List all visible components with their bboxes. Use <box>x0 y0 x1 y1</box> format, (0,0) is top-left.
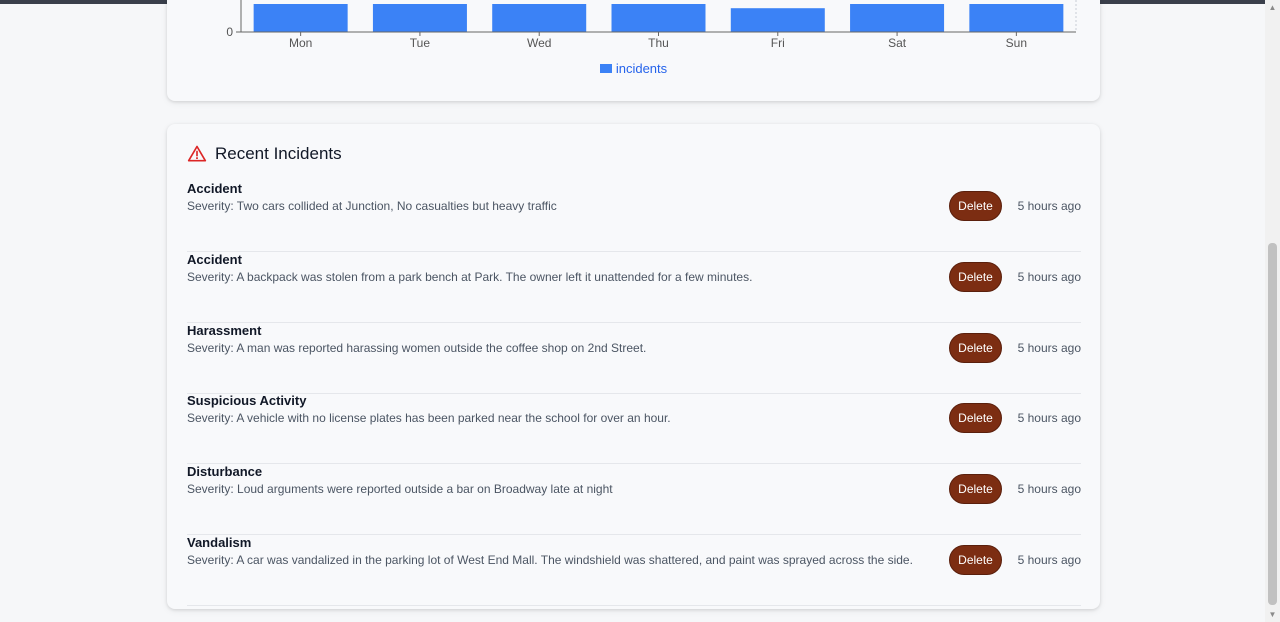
x-tick-label: Wed <box>527 36 551 50</box>
warning-triangle-icon <box>187 145 207 162</box>
incident-row: Harassment Severity: A man was reported … <box>187 323 1081 394</box>
legend-label: incidents <box>615 61 668 76</box>
x-tick-label: Mon <box>289 36 312 50</box>
incident-description: Severity: Two cars collided at Junction,… <box>187 199 557 213</box>
incident-time: 5 hours ago <box>1017 553 1081 567</box>
incident-type: Accident <box>187 181 242 196</box>
incident-type: Accident <box>187 252 242 267</box>
incident-row: Suspicious Activity Severity: A vehicle … <box>187 393 1081 464</box>
delete-button[interactable]: Delete <box>949 545 1002 575</box>
incident-row: Vandalism Severity: A car was vandalized… <box>187 535 1081 606</box>
incident-time: 5 hours ago <box>1017 411 1081 425</box>
incident-row: Accident Severity: A backpack was stolen… <box>187 252 1081 323</box>
incident-row: Accident Severity: Two cars collided at … <box>187 181 1081 252</box>
chart-legend[interactable]: incidents <box>167 61 1100 76</box>
delete-button[interactable]: Delete <box>949 403 1002 433</box>
delete-button[interactable]: Delete <box>949 191 1002 221</box>
y-tick-label: 0 <box>226 25 233 39</box>
vertical-scrollbar[interactable]: ▲ ▼ <box>1265 0 1280 622</box>
chart-bar <box>372 4 467 32</box>
scrollbar-thumb[interactable] <box>1268 243 1277 605</box>
chart-bar <box>253 4 348 32</box>
incident-time: 5 hours ago <box>1017 341 1081 355</box>
incidents-chart-card: Mon Tue Wed Thu Fri Sat Sun 0 incidents <box>167 0 1100 101</box>
chart-bar <box>850 4 945 32</box>
x-tick-label: Thu <box>648 36 669 50</box>
recent-incidents-card: Recent Incidents Accident Severity: Two … <box>167 124 1100 609</box>
incident-description: Severity: A man was reported harassing w… <box>187 341 647 355</box>
incident-description: Severity: A car was vandalized in the pa… <box>187 553 913 567</box>
chart-bar <box>492 4 587 32</box>
incidents-bar-chart: Mon Tue Wed Thu Fri Sat Sun 0 <box>226 0 1077 50</box>
incident-type: Vandalism <box>187 535 252 550</box>
incident-description: Severity: A vehicle with no license plat… <box>187 411 671 425</box>
incident-time: 5 hours ago <box>1017 482 1081 496</box>
delete-button[interactable]: Delete <box>949 333 1002 363</box>
x-tick-label: Sat <box>888 36 907 50</box>
x-tick-label: Fri <box>771 36 785 50</box>
chart-bar <box>969 4 1064 32</box>
legend-swatch <box>599 64 612 73</box>
chart-bar <box>730 8 825 32</box>
incident-description: Severity: Loud arguments were reported o… <box>187 482 613 496</box>
incident-time: 5 hours ago <box>1017 199 1081 213</box>
incident-type: Disturbance <box>187 464 263 479</box>
incident-type: Suspicious Activity <box>187 393 307 408</box>
x-tick-label: Tue <box>410 36 431 50</box>
delete-button[interactable]: Delete <box>949 474 1002 504</box>
recent-incidents-title: Recent Incidents <box>215 144 342 163</box>
recent-incidents-header: Recent Incidents <box>187 144 342 164</box>
incident-type: Harassment <box>187 323 262 338</box>
scroll-down-icon[interactable]: ▼ <box>1265 607 1280 622</box>
scroll-up-icon[interactable]: ▲ <box>1265 0 1280 15</box>
incident-row: Disturbance Severity: Loud arguments wer… <box>187 464 1081 535</box>
incident-description: Severity: A backpack was stolen from a p… <box>187 270 753 284</box>
chart-bar <box>611 4 706 32</box>
x-tick-label: Sun <box>1006 36 1027 50</box>
incident-time: 5 hours ago <box>1017 270 1081 284</box>
delete-button[interactable]: Delete <box>949 262 1002 292</box>
